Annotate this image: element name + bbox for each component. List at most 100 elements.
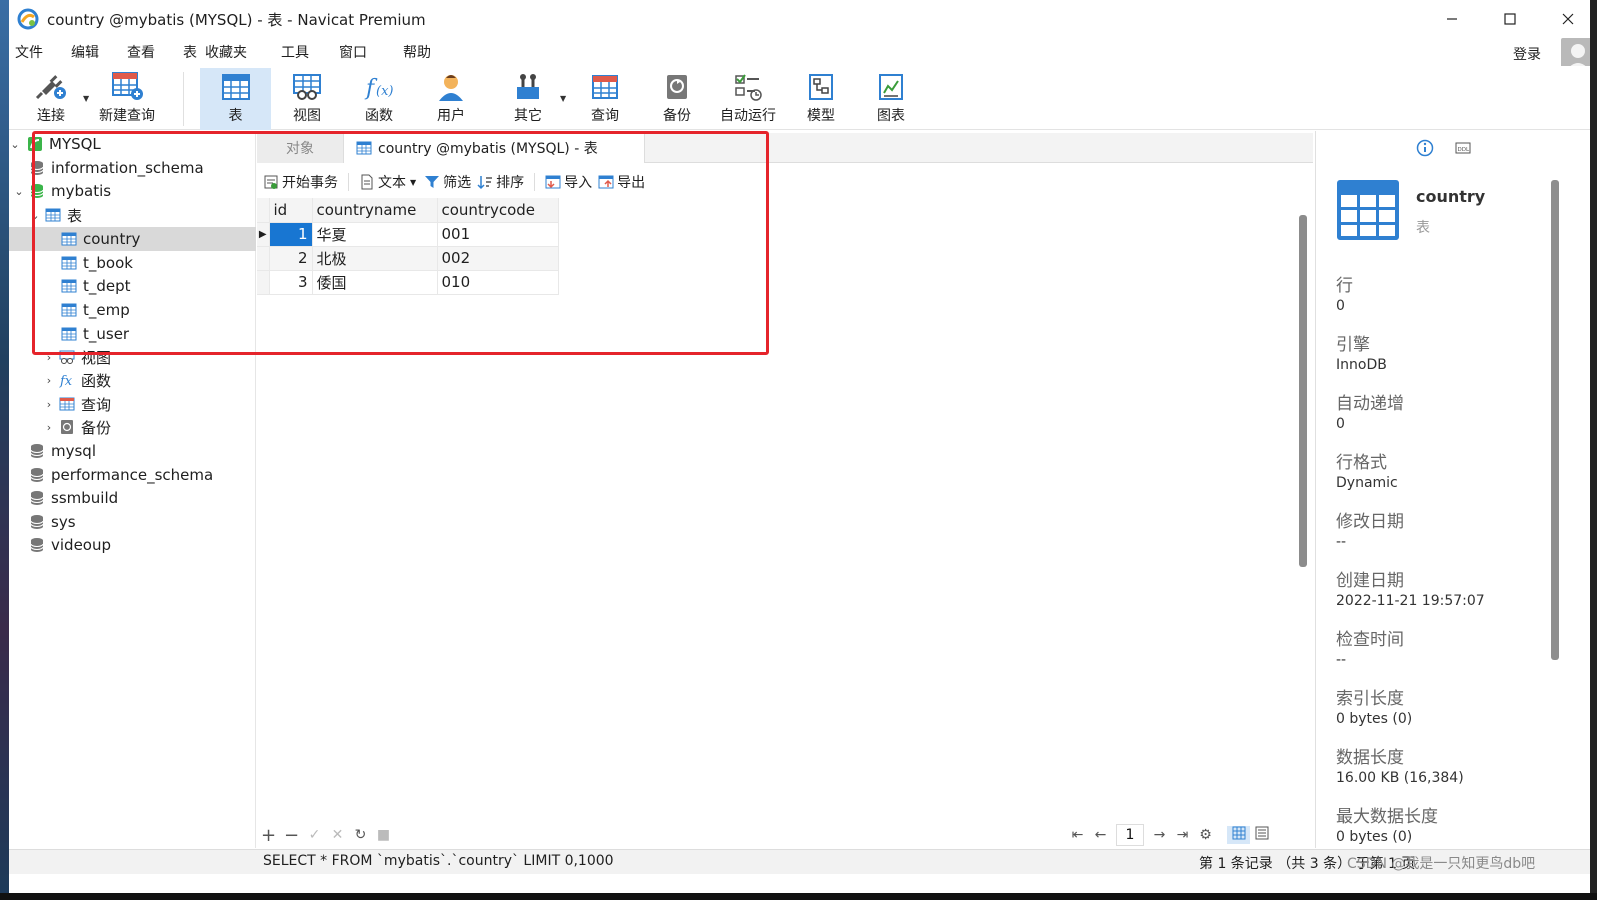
tree-table-label: t_book bbox=[83, 254, 133, 272]
begin-transaction-button[interactable]: 开始事务 bbox=[263, 172, 338, 192]
table-cell[interactable]: 倭国 bbox=[312, 270, 438, 295]
tree-table-t-user[interactable]: t_user bbox=[9, 322, 256, 346]
chart-tool-button[interactable]: 图表 bbox=[861, 68, 921, 130]
new-query-icon bbox=[112, 72, 143, 100]
page-number-input[interactable]: 1 bbox=[1116, 824, 1144, 846]
new-query-label: 新建查询 bbox=[99, 108, 155, 124]
next-page-button[interactable]: → bbox=[1148, 827, 1171, 843]
tree-db-sys[interactable]: sys bbox=[9, 510, 256, 534]
first-page-button[interactable]: ⇤ bbox=[1066, 827, 1089, 843]
tree-table-t-emp[interactable]: t_emp bbox=[9, 298, 256, 322]
prop-value: 0 bbox=[1336, 298, 1345, 314]
tree-group-backups[interactable]: › 备份 bbox=[9, 415, 256, 439]
tree-group-queries[interactable]: › 查询 bbox=[9, 392, 256, 416]
info-panel-scrollbar[interactable] bbox=[1551, 180, 1559, 660]
tree-db-mysql[interactable]: mysql bbox=[9, 439, 256, 463]
login-link[interactable]: 登录 bbox=[1513, 44, 1541, 64]
other-tool-button[interactable]: 其它 bbox=[498, 68, 558, 130]
table-row[interactable]: 2 北极 002 bbox=[257, 246, 559, 271]
chevron-right-icon[interactable]: › bbox=[43, 398, 55, 411]
tab-country-table[interactable]: country @mybatis (MYSQL) - 表 bbox=[343, 133, 645, 163]
menu-table[interactable]: 表 bbox=[169, 42, 203, 62]
export-button[interactable]: 导出 bbox=[598, 172, 645, 192]
menu-file[interactable]: 文件 bbox=[9, 42, 57, 62]
delete-record-button[interactable]: − bbox=[280, 825, 303, 846]
menu-tools[interactable]: 工具 bbox=[261, 42, 323, 62]
stop-button[interactable]: ■ bbox=[372, 827, 395, 843]
gear-icon[interactable]: ⚙ bbox=[1194, 827, 1217, 843]
close-button[interactable] bbox=[1539, 0, 1597, 38]
table-row[interactable]: ▶ 1 华夏 001 bbox=[257, 222, 559, 247]
connect-button[interactable]: 连接 bbox=[23, 68, 79, 130]
refresh-button[interactable]: ↻ bbox=[349, 827, 372, 843]
tree-table-t-dept[interactable]: t_dept bbox=[9, 274, 256, 298]
discard-changes-button[interactable]: ✕ bbox=[326, 827, 349, 843]
tree-group-views[interactable]: › 视图 bbox=[9, 345, 256, 369]
tree-db-performance-schema[interactable]: performance_schema bbox=[9, 463, 256, 487]
tree-table-country[interactable]: country bbox=[9, 227, 256, 251]
tree-group-functions[interactable]: › fx 函数 bbox=[9, 368, 256, 392]
table-cell[interactable]: 001 bbox=[437, 222, 559, 247]
tree-db-mybatis[interactable]: ⌄ mybatis bbox=[9, 179, 256, 203]
add-record-button[interactable]: + bbox=[257, 825, 280, 846]
tree-db-information-schema[interactable]: information_schema bbox=[9, 156, 256, 180]
connect-dropdown-icon[interactable]: ▼ bbox=[83, 94, 89, 103]
table-cell[interactable]: 华夏 bbox=[312, 222, 438, 247]
filter-button[interactable]: 筛选 bbox=[424, 172, 471, 192]
view-tool-button[interactable]: 视图 bbox=[277, 68, 337, 130]
menu-view[interactable]: 查看 bbox=[113, 42, 169, 62]
chevron-down-icon[interactable]: ⌄ bbox=[13, 185, 25, 198]
chevron-right-icon[interactable]: › bbox=[43, 374, 55, 387]
menu-help[interactable]: 帮助 bbox=[381, 42, 445, 62]
grid-scrollbar[interactable] bbox=[1299, 215, 1307, 567]
chevron-down-icon[interactable]: ⌄ bbox=[9, 138, 21, 151]
table-tool-button[interactable]: 表 bbox=[200, 68, 271, 130]
import-button[interactable]: 导入 bbox=[545, 172, 592, 192]
menu-edit[interactable]: 编辑 bbox=[57, 42, 113, 62]
ddl-icon[interactable]: DDL bbox=[1454, 139, 1472, 157]
previous-page-button[interactable]: ← bbox=[1089, 827, 1112, 843]
apply-changes-button[interactable]: ✓ bbox=[303, 827, 326, 843]
chevron-down-icon[interactable]: ⌄ bbox=[29, 209, 41, 222]
text-view-button[interactable]: 文本 ▼ bbox=[359, 172, 416, 192]
column-header-countryname[interactable]: countryname bbox=[312, 198, 438, 223]
tree-db-ssmbuild[interactable]: ssmbuild bbox=[9, 486, 256, 510]
tree-db-videoup[interactable]: videoup bbox=[9, 533, 256, 557]
form-view-toggle[interactable] bbox=[1250, 826, 1273, 844]
prop-value: Dynamic bbox=[1336, 475, 1398, 491]
info-icon[interactable] bbox=[1416, 139, 1434, 157]
table-cell[interactable]: 010 bbox=[437, 270, 559, 295]
column-header-id[interactable]: id bbox=[269, 198, 313, 223]
table-cell[interactable]: 002 bbox=[437, 246, 559, 271]
prop-modified-date: 修改日期 -- bbox=[1336, 507, 1546, 550]
tree-group-tables[interactable]: ⌄ 表 bbox=[9, 203, 256, 227]
function-icon: f (x) bbox=[364, 76, 393, 101]
table-cell[interactable]: 2 bbox=[269, 246, 313, 271]
sort-button[interactable]: 排序 bbox=[477, 172, 524, 192]
tab-objects[interactable]: 对象 bbox=[257, 133, 343, 163]
table-cell[interactable]: 3 bbox=[269, 270, 313, 295]
column-header-countrycode[interactable]: countrycode bbox=[437, 198, 559, 223]
table-cell[interactable]: 北极 bbox=[312, 246, 438, 271]
tree-connection-mysql[interactable]: ⌄ MYSQL bbox=[9, 132, 256, 156]
chevron-right-icon[interactable]: › bbox=[43, 421, 55, 434]
grid-view-toggle[interactable] bbox=[1227, 826, 1250, 844]
menu-favorites[interactable]: 收藏夹 bbox=[203, 42, 261, 62]
table-cell[interactable]: 1 bbox=[269, 222, 313, 247]
chevron-right-icon[interactable]: › bbox=[43, 351, 55, 364]
menu-window[interactable]: 窗口 bbox=[323, 42, 381, 62]
function-tool-button[interactable]: f (x) 函数 bbox=[349, 68, 409, 130]
backup-tool-button[interactable]: 备份 bbox=[647, 68, 707, 130]
last-page-button[interactable]: ⇥ bbox=[1171, 827, 1194, 843]
query-tool-button[interactable]: 查询 bbox=[575, 68, 635, 130]
minimize-button[interactable] bbox=[1423, 0, 1481, 38]
other-dropdown-icon[interactable]: ▼ bbox=[560, 94, 566, 103]
tree-table-t-book[interactable]: t_book bbox=[9, 251, 256, 275]
user-tool-button[interactable]: 用户 bbox=[421, 68, 481, 130]
table-row[interactable]: 3 倭国 010 bbox=[257, 270, 559, 295]
auto-run-tool-button[interactable]: 自动运行 bbox=[715, 68, 781, 130]
maximize-button[interactable] bbox=[1481, 0, 1539, 38]
new-query-button[interactable]: 新建查询 bbox=[97, 68, 157, 130]
model-tool-button[interactable]: 模型 bbox=[791, 68, 851, 130]
prop-value: 2022-11-21 19:57:07 bbox=[1336, 593, 1485, 609]
